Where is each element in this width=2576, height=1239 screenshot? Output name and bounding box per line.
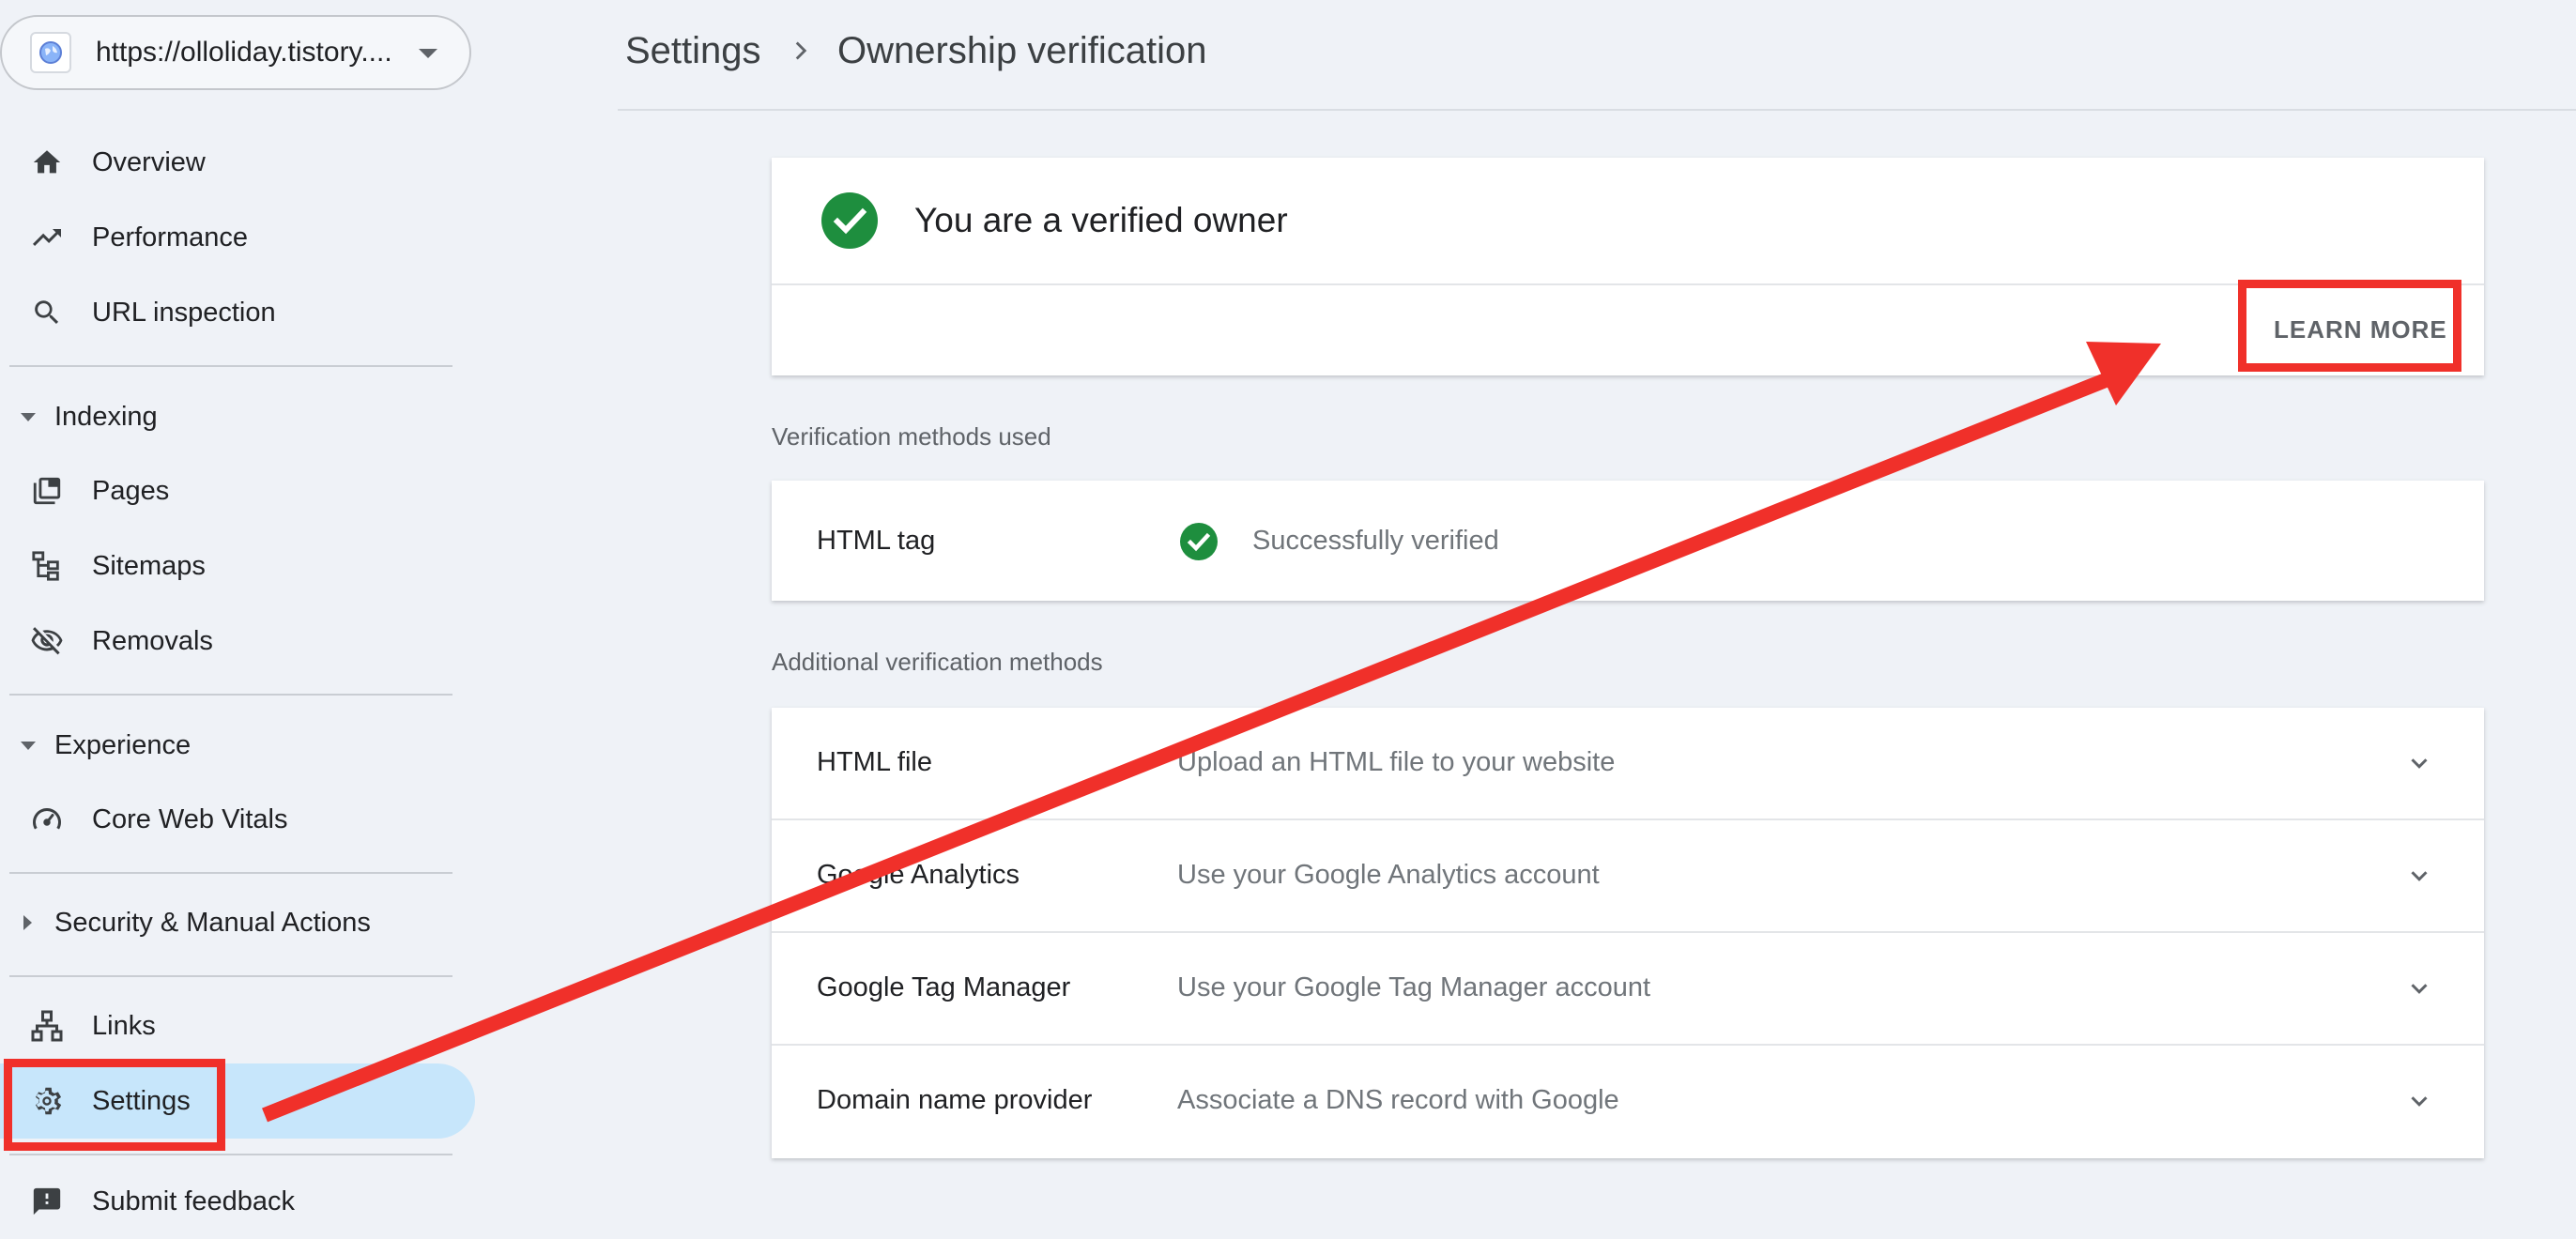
method-row-google-tag-manager[interactable]: Google Tag Manager Use your Google Tag M… [772,933,2484,1046]
section-header-label: Indexing [54,401,158,432]
page-title: Ownership verification [837,30,1207,71]
sidebar-divider [9,694,452,696]
section-security[interactable]: Security & Manual Actions [0,890,475,956]
pages-icon [28,472,66,510]
section-experience[interactable]: Experience [0,712,475,778]
caret-down-icon [21,412,36,421]
method-description: Use your Google Tag Manager account [1177,972,1651,1002]
chevron-down-icon[interactable] [2405,749,2433,777]
breadcrumb-root-link[interactable]: Settings [625,30,761,72]
sidebar-item-submit-feedback[interactable]: Submit feedback [0,1164,475,1239]
check-circle-icon [1179,522,1219,561]
chevron-down-icon[interactable] [2405,862,2433,890]
feedback-icon [28,1183,66,1220]
caret-down-icon [21,741,36,750]
annotation-box-learn-more [2238,280,2461,372]
chevron-down-icon[interactable] [419,49,437,58]
home-icon [28,144,66,181]
methods-used-caption: Verification methods used [772,422,1051,451]
method-name: HTML tag [817,526,936,556]
method-name: Google Tag Manager [817,972,1071,1002]
sidebar-divider [9,1154,452,1155]
sidebar-item-overview[interactable]: Overview [0,125,475,200]
method-row-google-analytics[interactable]: Google Analytics Use your Google Analyti… [772,820,2484,933]
section-indexing[interactable]: Indexing [0,384,475,450]
trending-up-icon [28,219,66,256]
additional-methods-caption: Additional verification methods [772,648,1103,676]
method-row-html-file[interactable]: HTML file Upload an HTML file to your we… [772,708,2484,820]
sidebar-item-label: URL inspection [92,297,276,328]
method-description: Associate a DNS record with Google [1177,1085,1619,1115]
sidebar-item-core-web-vitals[interactable]: Core Web Vitals [0,782,475,857]
sidebar-item-performance[interactable]: Performance [0,200,475,275]
sidebar-item-url-inspection[interactable]: URL inspection [0,275,475,350]
method-description: Upload an HTML file to your website [1177,747,1616,777]
sidebar-item-label: Sitemaps [92,550,206,581]
method-description: Use your Google Analytics account [1177,860,1600,890]
sidebar-item-label: Overview [92,146,206,177]
method-name: Google Analytics [817,860,1020,890]
sidebar-divider [9,975,452,977]
property-selector[interactable]: https://olloliday.tistory.... [0,15,471,90]
sidebar-item-links[interactable]: Links [0,988,475,1063]
sidebar-item-label: Pages [92,475,170,506]
verification-status: Successfully verified [1252,526,1499,556]
additional-methods-card: HTML file Upload an HTML file to your we… [772,708,2484,1158]
caret-right-icon [23,915,32,930]
sidebar-item-label: Performance [92,222,249,252]
method-row-domain-name-provider[interactable]: Domain name provider Associate a DNS rec… [772,1046,2484,1158]
sidebar-divider [9,872,452,874]
sidebar-item-label: Removals [92,625,213,656]
methods-used-card: HTML tag Successfully verified [772,481,2484,601]
chevron-right-icon [785,32,817,69]
eye-off-icon [28,622,66,660]
method-name: HTML file [817,747,932,777]
links-icon [28,1007,66,1045]
verified-owner-card: You are a verified owner LEARN MORE [772,158,2484,375]
gauge-icon [28,801,66,838]
breadcrumb: Settings Ownership verification [618,0,2576,111]
section-header-label: Experience [54,729,192,760]
verified-owner-title: You are a verified owner [914,201,1288,239]
check-circle-icon [820,191,879,250]
sidebar-divider [9,365,452,367]
sidebar-item-removals[interactable]: Removals [0,604,475,679]
search-icon [28,294,66,331]
method-name: Domain name provider [817,1085,1093,1115]
card-divider [772,283,2484,285]
globe-icon [30,32,71,73]
sidebar-item-sitemaps[interactable]: Sitemaps [0,528,475,604]
sitemap-icon [28,547,66,585]
property-url: https://olloliday.tistory.... [96,37,392,68]
sidebar-item-pages[interactable]: Pages [0,453,475,528]
sidebar-item-label: Links [92,1010,156,1041]
sidebar-item-label: Submit feedback [92,1185,296,1216]
sidebar-item-label: Core Web Vitals [92,803,288,834]
chevron-down-icon[interactable] [2405,974,2433,1002]
annotation-box-settings [4,1059,225,1151]
section-header-label: Security & Manual Actions [54,907,371,938]
sidebar: https://olloliday.tistory.... Overview P… [0,0,479,1216]
chevron-down-icon[interactable] [2405,1087,2433,1115]
